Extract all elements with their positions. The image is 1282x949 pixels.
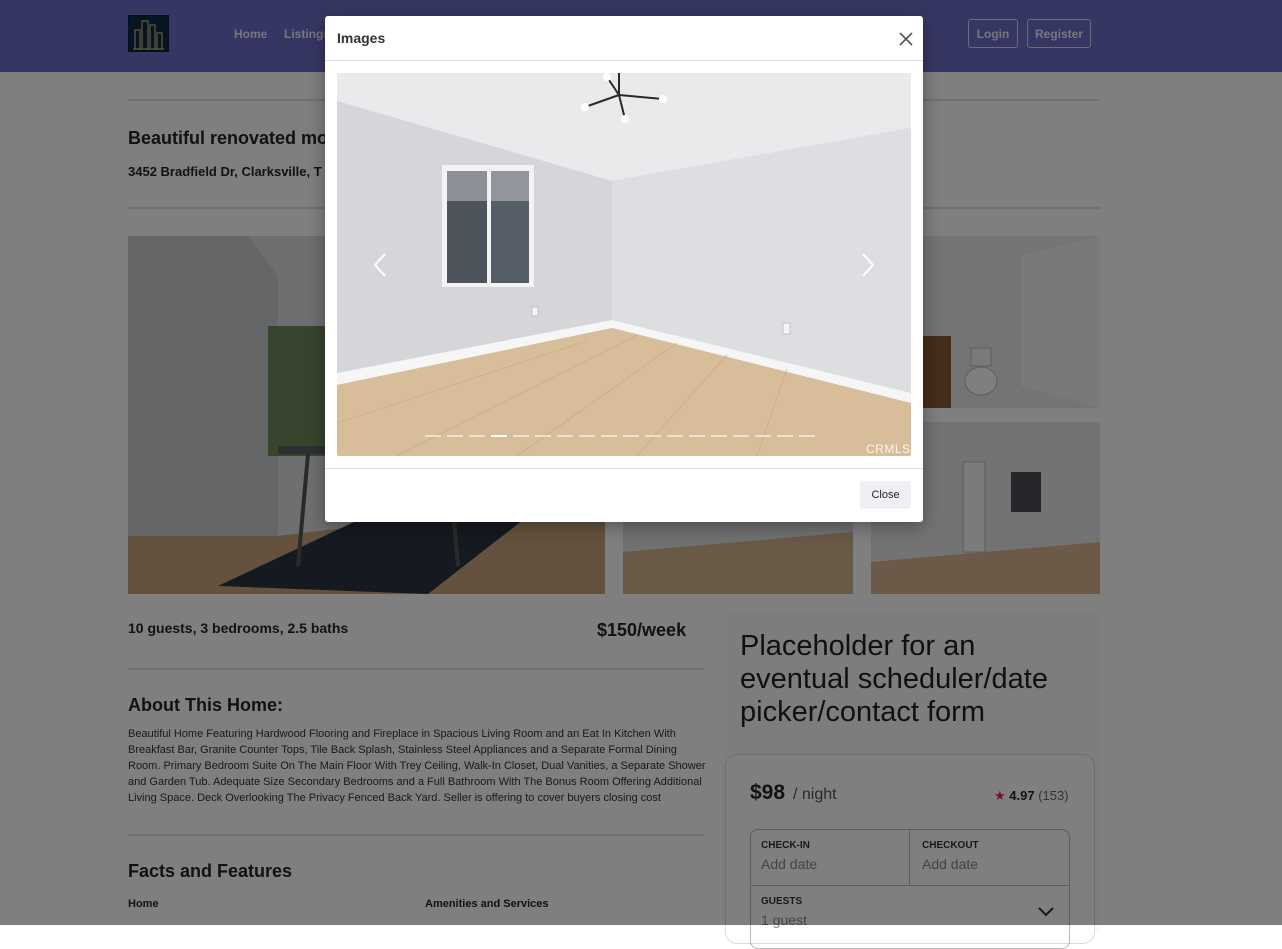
carousel-indicator[interactable] — [601, 435, 617, 437]
carousel-next-icon[interactable] — [853, 248, 883, 282]
modal-title: Images — [337, 30, 386, 46]
carousel-indicator[interactable] — [733, 435, 749, 437]
carousel-indicator[interactable] — [689, 435, 705, 437]
close-button[interactable]: Close — [860, 481, 911, 509]
images-modal: Images CRMLS Close — [325, 16, 923, 522]
close-icon[interactable] — [896, 29, 916, 49]
carousel-indicator[interactable] — [535, 435, 551, 437]
photo-watermark: CRMLS — [866, 442, 911, 456]
carousel-indicator[interactable] — [513, 435, 529, 437]
carousel-prev-icon[interactable] — [365, 248, 395, 282]
carousel-indicator[interactable] — [469, 435, 485, 437]
carousel-indicator[interactable] — [667, 435, 683, 437]
carousel-indicator[interactable] — [799, 435, 815, 437]
carousel-indicators — [425, 435, 815, 437]
carousel-indicator[interactable] — [579, 435, 595, 437]
carousel-indicator[interactable] — [425, 435, 441, 437]
carousel-slide-image — [337, 73, 911, 456]
carousel-indicator[interactable] — [777, 435, 793, 437]
carousel-indicator[interactable] — [623, 435, 639, 437]
carousel-indicator[interactable] — [645, 435, 661, 437]
carousel-indicator[interactable] — [711, 435, 727, 437]
carousel-indicator[interactable] — [491, 435, 507, 437]
carousel-indicator[interactable] — [755, 435, 771, 437]
image-carousel[interactable]: CRMLS — [337, 73, 911, 456]
carousel-indicator[interactable] — [557, 435, 573, 437]
modal-footer-divider — [325, 468, 923, 469]
modal-header-divider — [325, 60, 923, 61]
carousel-indicator[interactable] — [447, 435, 463, 437]
